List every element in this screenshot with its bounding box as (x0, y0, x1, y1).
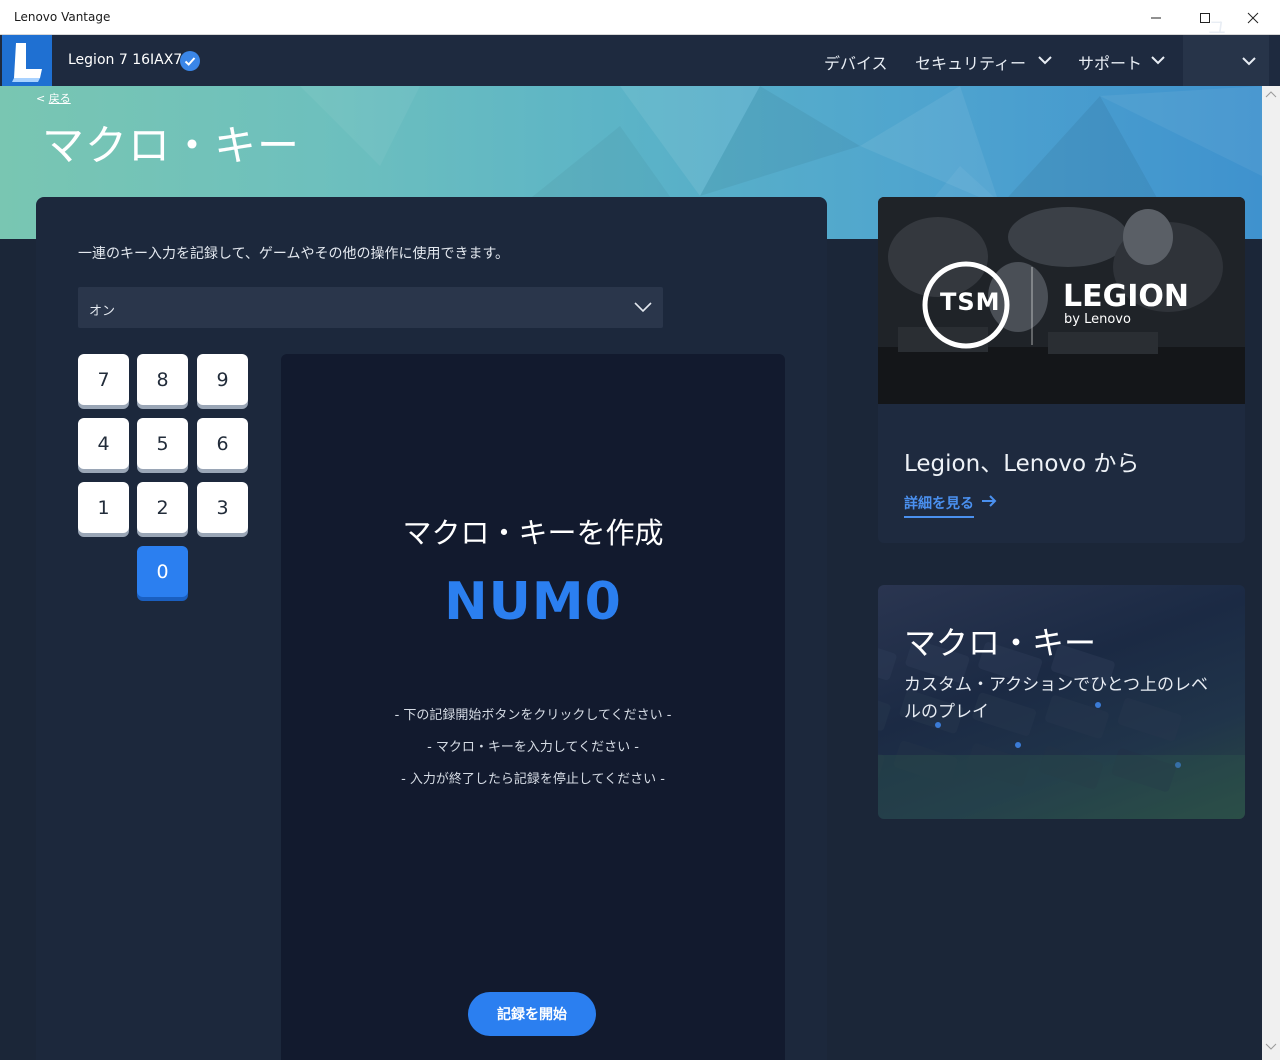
chevron-down-icon (1151, 56, 1165, 65)
keypad-key-9[interactable]: 9 (197, 354, 248, 405)
back-label: 戻る (48, 92, 71, 105)
minimize-icon (1151, 17, 1161, 18)
scroll-up-icon[interactable] (1265, 90, 1277, 98)
keypad-key-4[interactable]: 4 (78, 418, 129, 469)
user-menu[interactable] (1183, 35, 1269, 86)
scrollbar[interactable] (1262, 86, 1280, 1060)
legion-logo-text: LEGION (1063, 279, 1190, 314)
title-bar: Lenovo Vantage (0, 0, 1280, 35)
start-recording-button[interactable]: 記録を開始 (468, 992, 596, 1036)
back-link[interactable]: < 戻る (36, 90, 71, 106)
vantage-l-icon (12, 43, 42, 82)
nav-support[interactable]: サポート (1078, 50, 1142, 74)
keypad-key-5[interactable]: 5 (137, 418, 188, 469)
keypad-key-8[interactable]: 8 (137, 354, 188, 405)
keypad-key-1[interactable]: 1 (78, 482, 129, 533)
close-icon (1247, 12, 1259, 23)
legion-details-link[interactable]: 詳細を見る (904, 493, 974, 518)
feature-description: 一連のキー入力を記録して、ゲームやその他の操作に使用できます。 (78, 246, 510, 262)
keypad-key-0[interactable]: 0 (137, 546, 188, 597)
scroll-down-icon[interactable] (1265, 1043, 1277, 1051)
nav-devices[interactable]: デバイス (824, 50, 888, 74)
legion-card-title: Legion、Lenovo から (904, 451, 1140, 477)
keypad-key-6[interactable]: 6 (197, 418, 248, 469)
select-value: オン (89, 304, 116, 319)
esports-scene (878, 197, 1245, 404)
keypad-key-2[interactable]: 2 (137, 482, 188, 533)
nav-security[interactable]: セキュリティー (915, 50, 1026, 74)
app-header: Legion 7 16IAX7 デバイス セキュリティー サポート (0, 35, 1280, 86)
window-title: Lenovo Vantage (14, 10, 111, 24)
device-name: Legion 7 16IAX7 (68, 52, 183, 68)
instruction-2: - マクロ・キーを入力してください - (427, 740, 639, 755)
instruction-1: - 下の記録開始ボタンをクリックしてください - (394, 708, 672, 723)
create-macro-title: マクロ・キーを作成 (402, 516, 664, 550)
arrow-right-icon[interactable] (981, 494, 997, 508)
macro-toggle-select[interactable]: オン (78, 287, 663, 328)
legion-logo-sub: by Lenovo (1064, 312, 1131, 327)
verified-badge-icon (180, 51, 200, 71)
keypad-key-7[interactable]: 7 (78, 354, 129, 405)
close-button[interactable] (1229, 0, 1277, 35)
instruction-3: - 入力が終了したら記録を停止してください - (401, 772, 665, 787)
selected-key-name: NUM0 (444, 572, 622, 632)
app-window: Lenovo Vantage Legion 7 16IAX7 デバイス セキュリ… (0, 0, 1280, 1060)
chevron-down-icon (1038, 56, 1052, 65)
macro-card-subtitle: カスタム・アクションでひとつ上のレベルのプレイ (904, 675, 1208, 722)
keypad-key-3[interactable]: 3 (197, 482, 248, 533)
macro-card-title: マクロ・キー (904, 624, 1097, 662)
chevron-down-icon (634, 302, 652, 313)
page-title: マクロ・キー (42, 121, 301, 170)
legion-esports-image: TSM LEGION by Lenovo (878, 197, 1245, 404)
user-avatar[interactable]: ユ (1208, 14, 1226, 40)
chevron-down-icon (1242, 57, 1256, 66)
back-chevron: < (36, 92, 46, 105)
tsm-logo-text: TSM (940, 288, 1001, 316)
minimize-button[interactable] (1132, 0, 1180, 35)
lenovo-vantage-logo[interactable] (2, 35, 52, 86)
legion-promo-card[interactable]: TSM LEGION by Lenovo (878, 197, 1245, 543)
